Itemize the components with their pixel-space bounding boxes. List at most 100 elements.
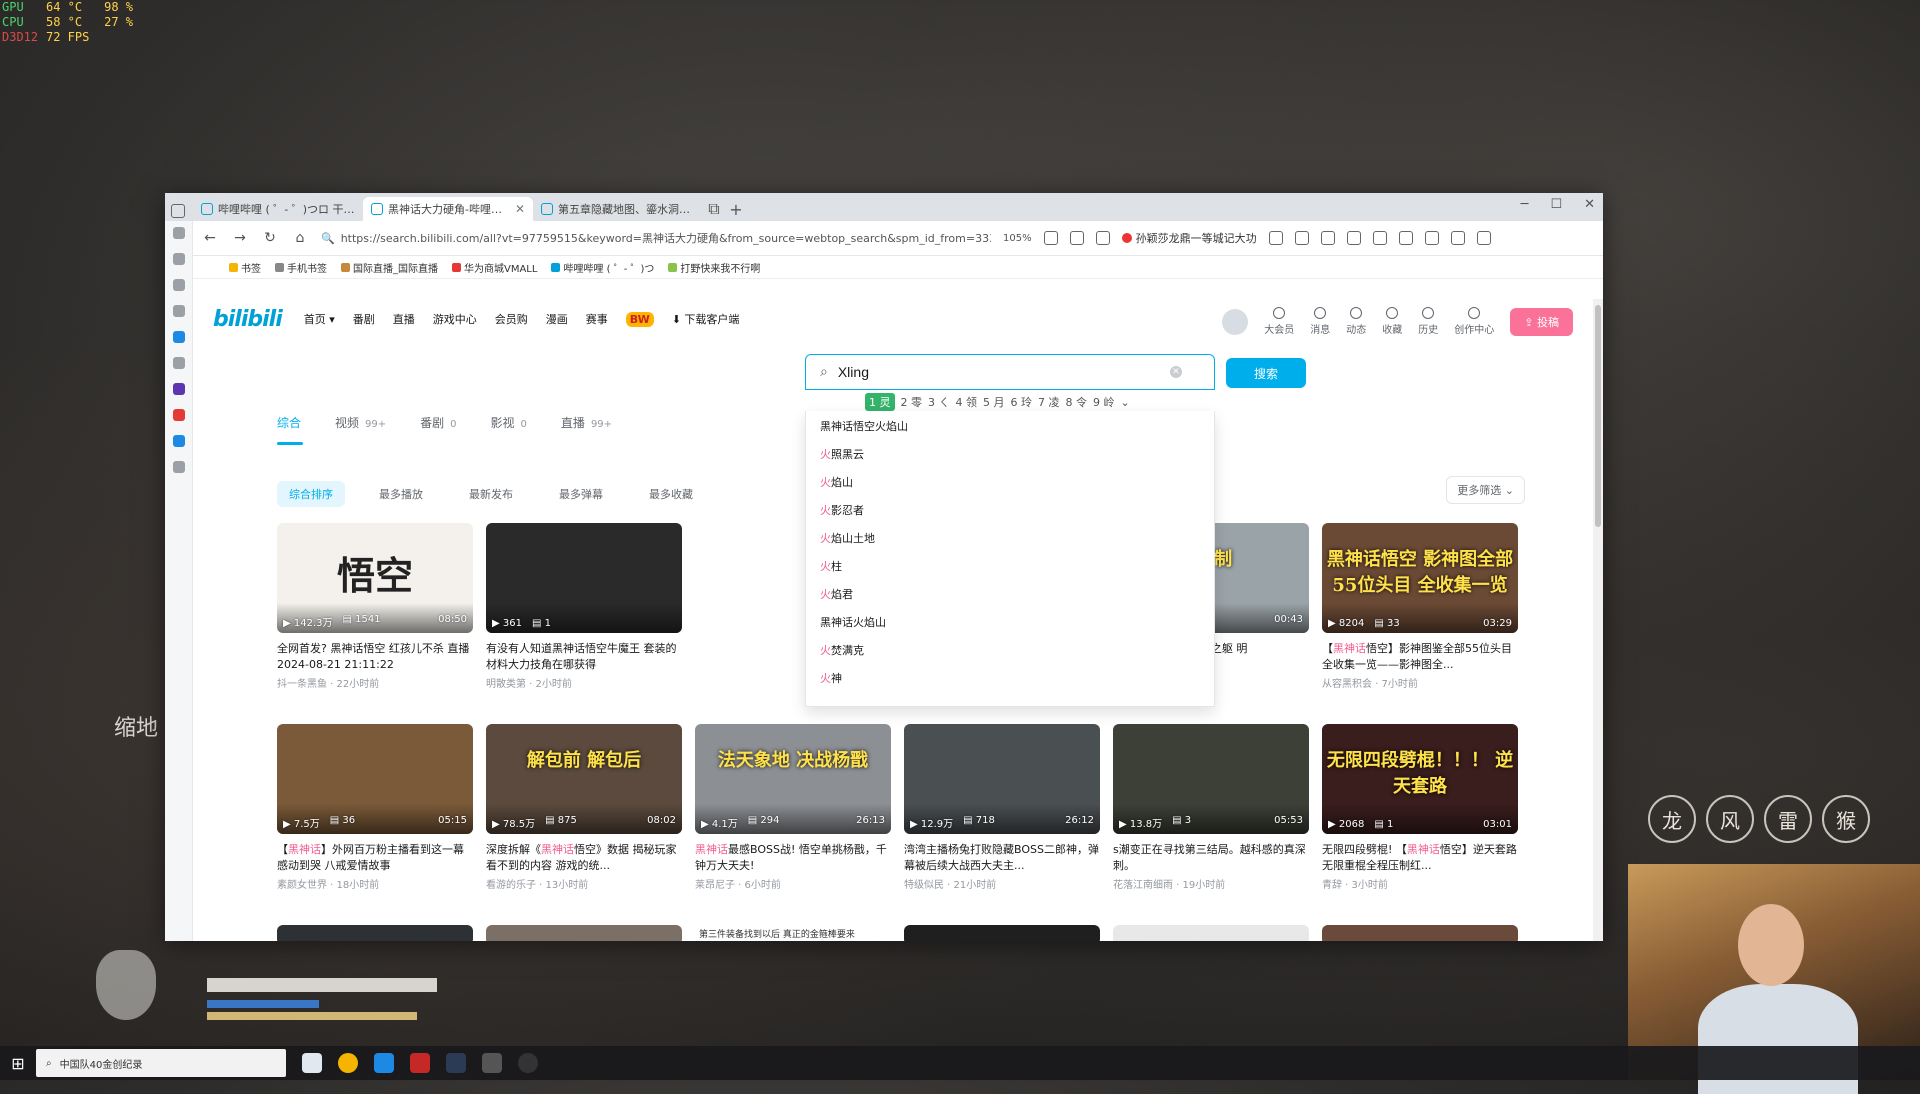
search-input[interactable] xyxy=(835,363,1170,381)
ime-candidate[interactable]: 4 领 xyxy=(956,394,978,410)
video-title[interactable]: 【黑神话悟空】影神图鉴全部55位头目全收集一览——影神图全... xyxy=(1322,641,1518,673)
nav-bangumi[interactable]: 番剧 xyxy=(353,311,375,327)
suggestion-item[interactable]: 火影忍者 xyxy=(806,497,1214,525)
bookmark-star-icon[interactable] xyxy=(1398,231,1413,245)
suggestion-item[interactable]: 火焰山 xyxy=(806,469,1214,497)
home-icon[interactable]: ⌂ xyxy=(291,230,309,246)
video-thumbnail[interactable] xyxy=(486,925,682,941)
video-thumbnail[interactable]: 无限四段劈棍！！！ 逆天套路 ▶ 2068 ▤ 1 03:01 xyxy=(1322,724,1518,834)
menu-dots-icon[interactable] xyxy=(1424,231,1439,245)
video-card[interactable]: 法天象地 决战杨戬 ▶ 4.1万 ▤ 294 26:13 黑神话最感BOSS战!… xyxy=(695,724,891,919)
nav-dynamics[interactable]: 动态 xyxy=(1346,307,1366,336)
video-card[interactable]: 黑神话悟空 影神图全部55位头目 全收集一览 ▶ 8204 ▤ 33 03:29… xyxy=(1322,523,1518,718)
tab-live[interactable]: 直播 99+ xyxy=(561,414,612,431)
video-title[interactable]: s潮变正在寻找第三结局。越科感的真深刺。 xyxy=(1113,842,1309,874)
sort-most-played[interactable]: 最多播放 xyxy=(367,481,435,507)
tab-all[interactable]: 综合 xyxy=(277,414,301,431)
add-icon[interactable] xyxy=(172,461,185,473)
tab-bangumi[interactable]: 番剧 0 xyxy=(420,414,456,431)
search-button[interactable]: 搜索 xyxy=(1226,358,1306,388)
url-field[interactable]: 🔍 https://search.bilibili.com/all?vt=9775… xyxy=(321,227,991,249)
suggestion-item[interactable]: 火照黑云 xyxy=(806,441,1214,469)
nav-home[interactable]: 首页 ▾ xyxy=(304,311,335,327)
history-icon[interactable] xyxy=(1346,231,1361,245)
video-title[interactable]: 【黑神话】外网百万粉主播看到这一幕感动到哭 八戒爱情故事 xyxy=(277,842,473,874)
nav-download-client[interactable]: ⬇ 下载客户端 xyxy=(672,311,740,327)
upload-button[interactable]: ⇪ 投稿 xyxy=(1510,307,1573,336)
video-thumbnail[interactable] xyxy=(1322,925,1518,941)
nav-live[interactable]: 直播 xyxy=(393,311,415,327)
bookmark-item[interactable]: 华为商城VMALL xyxy=(452,260,537,275)
video-title[interactable]: 湾湾主播杨兔打败隐藏BOSS二郎神，弹幕被后续大战西大夫主... xyxy=(904,842,1100,874)
ime-candidate[interactable]: 6 玲 xyxy=(1011,394,1033,410)
close-window-icon[interactable]: ✕ xyxy=(1584,197,1595,212)
extension-icon[interactable] xyxy=(1294,231,1309,245)
suggestion-item[interactable]: 火焚满克 xyxy=(806,637,1214,665)
app-icon[interactable] xyxy=(482,1053,502,1073)
tab-video[interactable]: 视频 99+ xyxy=(335,414,386,431)
scrollbar-thumb[interactable] xyxy=(1595,305,1601,527)
game-app-icon[interactable] xyxy=(410,1053,430,1073)
chrome-app-icon[interactable] xyxy=(338,1053,358,1073)
video-card[interactable]: ▶ 13.8万 ▤ 3 05:53 s潮变正在寻找第三结局。越科感的真深刺。 花… xyxy=(1113,724,1309,919)
phone-icon[interactable] xyxy=(172,305,185,317)
browser-tab[interactable]: 第五章隐藏地图、鎏水洞、解密 xyxy=(533,197,703,221)
sort-default[interactable]: 综合排序 xyxy=(277,481,345,507)
windows-start-icon[interactable]: ⊞ xyxy=(0,1054,36,1073)
video-card[interactable]: ▶ 7.5万 ▤ 36 05:15 【黑神话】外网百万粉主播看到这一幕感动到哭 … xyxy=(277,724,473,919)
folder-icon[interactable] xyxy=(172,279,185,291)
nav-game-center[interactable]: 游戏中心 xyxy=(433,311,477,327)
new-tab-button[interactable]: + xyxy=(725,197,747,221)
ime-candidate[interactable]: 1 灵 xyxy=(865,393,895,411)
screenshot-icon[interactable] xyxy=(1043,231,1058,245)
sort-most-favorited[interactable]: 最多收藏 xyxy=(637,481,705,507)
video-author-meta[interactable]: 抖一条黑鱼 · 22小时前 xyxy=(277,675,473,690)
share-icon[interactable] xyxy=(1069,231,1084,245)
video-title[interactable]: 全网首发? 黑神话悟空 红孩儿不杀 直播2024-08-21 21:11:22 xyxy=(277,641,473,673)
promo-link[interactable]: 孙颖莎龙鼎一等城记大功 xyxy=(1121,230,1257,246)
browser-tab-active[interactable]: 黑神话大力硬角-哔哩哔哩_bilibili ✕ xyxy=(363,197,533,221)
browser-app-icon[interactable] xyxy=(374,1053,394,1073)
video-author-meta[interactable]: 看游的乐子 · 13小时前 xyxy=(486,876,682,891)
bookmark-item[interactable]: 书签 xyxy=(229,260,261,275)
nav-history[interactable]: 历史 xyxy=(1418,307,1438,336)
suggestion-item[interactable]: 火神 xyxy=(806,665,1214,693)
bilibili-logo[interactable]: bilibili xyxy=(213,307,283,332)
extension-icon[interactable] xyxy=(1320,231,1335,245)
video-author-meta[interactable]: 特级似民 · 21小时前 xyxy=(904,876,1100,891)
video-card[interactable]: 悟空 ▶ 142.3万 ▤ 1541 08:50 全网首发? 黑神话悟空 红孩儿… xyxy=(277,523,473,718)
video-thumbnail[interactable]: ▶ 12.9万 ▤ 718 26:12 xyxy=(904,724,1100,834)
video-thumbnail[interactable]: 法天象地 决战杨戬 ▶ 4.1万 ▤ 294 26:13 xyxy=(695,724,891,834)
scrollbar[interactable] xyxy=(1593,299,1603,941)
sort-most-danmaku[interactable]: 最多弹幕 xyxy=(547,481,615,507)
profile-icon[interactable] xyxy=(1450,231,1465,245)
files-app-icon[interactable] xyxy=(302,1053,322,1073)
video-thumbnail[interactable] xyxy=(904,925,1100,941)
ime-candidate[interactable]: 5 月 xyxy=(983,394,1005,410)
video-thumbnail[interactable]: ▶ 7.5万 ▤ 36 05:15 xyxy=(277,724,473,834)
favorites-icon[interactable] xyxy=(172,253,185,265)
video-author-meta[interactable]: 青辞 · 3小时前 xyxy=(1322,876,1518,891)
video-thumbnail[interactable]: 悟空 ▶ 142.3万 ▤ 1541 08:50 xyxy=(277,523,473,633)
video-title[interactable]: 有没有人知道黑神话悟空牛魔王 套装的材料大力技角在哪获得 xyxy=(486,641,682,673)
ime-candidate[interactable]: 7 凌 xyxy=(1038,394,1060,410)
taskbar-search[interactable]: ⌕ 中国队40金创纪录 xyxy=(36,1049,286,1077)
star-icon[interactable] xyxy=(1095,231,1110,245)
steam-app-icon[interactable] xyxy=(446,1053,466,1073)
ime-candidate[interactable]: 9 岭 xyxy=(1093,394,1115,410)
video-title[interactable]: 无限四段劈棍! 【黑神话悟空】逆天套路无限重棍全程压制红... xyxy=(1322,842,1518,874)
app-icon[interactable] xyxy=(172,383,185,395)
ime-candidate[interactable]: 3 ㄑ xyxy=(928,394,950,410)
download-icon[interactable] xyxy=(1372,231,1387,245)
bookmark-item[interactable]: 国际直播_国际直播 xyxy=(341,260,438,275)
video-thumbnail[interactable] xyxy=(1113,925,1309,941)
bookmark-item[interactable]: 手机书签 xyxy=(275,260,327,275)
video-thumbnail[interactable] xyxy=(277,925,473,941)
video-title[interactable]: 深度拆解《黑神话悟空》数据 揭秘玩家看不到的内容 游戏的统... xyxy=(486,842,682,874)
search-app-icon[interactable] xyxy=(172,331,185,343)
nav-vip[interactable]: 大会员 xyxy=(1264,307,1294,336)
video-thumbnail[interactable]: 黑神话悟空 影神图全部55位头目 全收集一览 ▶ 8204 ▤ 33 03:29 xyxy=(1322,523,1518,633)
nav-messages[interactable]: 消息 xyxy=(1310,307,1330,336)
suggestion-item[interactable]: 火焰山土地 xyxy=(806,525,1214,553)
sort-newest[interactable]: 最新发布 xyxy=(457,481,525,507)
